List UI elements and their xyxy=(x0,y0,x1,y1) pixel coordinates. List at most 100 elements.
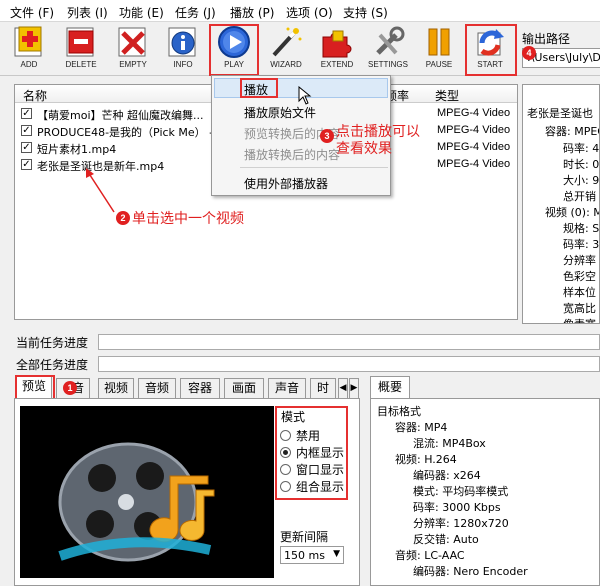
media-info-tree: 老张是圣诞也 容器: MPEG 码率: 4 时长: 0 大小: 9 总开销 视频… xyxy=(522,84,600,324)
menu-list[interactable]: 列表 (I) xyxy=(67,4,108,21)
info-icon xyxy=(165,25,201,59)
wand-icon xyxy=(268,25,304,59)
tree-item[interactable]: 视频 (0): M xyxy=(545,204,599,220)
tree-item[interactable]: 宽高比 xyxy=(563,300,596,316)
update-interval-select[interactable]: 150 ms ▼ xyxy=(280,546,344,564)
summary-tree: 目标格式 容器: MP4 混流: MP4Box 视频: H.264 编码器: x… xyxy=(370,398,600,586)
tree-item[interactable]: 码率: 3 xyxy=(563,236,599,252)
menu-item-external-player[interactable]: 使用外部播放器 xyxy=(244,175,328,192)
summary-line: 目标格式 xyxy=(377,405,421,418)
tab-time[interactable]: 时 xyxy=(310,378,336,398)
mode-radio-window[interactable] xyxy=(280,464,291,475)
empty-icon xyxy=(115,25,151,59)
tree-item[interactable]: 大小: 9 xyxy=(563,172,599,188)
mode-option-inner[interactable]: 内框显示 xyxy=(296,444,344,461)
tab-scroll-left-icon[interactable]: ◀ xyxy=(338,378,348,398)
row-type: MPEG-4 Video xyxy=(437,124,511,136)
row-checkbox[interactable]: ✓ xyxy=(21,142,32,153)
tree-item[interactable]: 分辨率 xyxy=(563,252,596,268)
wrench-icon xyxy=(370,25,406,59)
tab-video[interactable]: 视频 xyxy=(98,378,134,398)
row-checkbox[interactable]: ✓ xyxy=(21,159,32,170)
annotation-arrow-2 xyxy=(86,168,115,213)
summary-line: 混流: MP4Box xyxy=(413,437,486,450)
menu-item-play-original[interactable]: 播放原始文件 xyxy=(244,104,316,121)
mode-radio-combined[interactable] xyxy=(280,481,291,492)
menu-play[interactable]: 播放 (P) xyxy=(230,4,274,21)
tree-item[interactable]: 码率: 4 xyxy=(563,140,599,156)
tab-container[interactable]: 容器 xyxy=(180,378,220,398)
menu-function[interactable]: 功能 (E) xyxy=(119,4,164,21)
mode-option-window[interactable]: 窗口显示 xyxy=(296,461,344,478)
summary-line: 音频: LC-AAC xyxy=(395,549,465,562)
summary-line: 码率: 3000 Kbps xyxy=(413,501,501,514)
mode-radio-disabled[interactable] xyxy=(280,430,291,441)
tree-item[interactable]: 像素宽 xyxy=(563,316,596,323)
row-checkbox[interactable]: ✓ xyxy=(21,125,32,136)
extend-label: EXTEND xyxy=(320,60,354,69)
row-type: MPEG-4 Video xyxy=(437,141,511,153)
summary-line: 分辨率: 1280x720 xyxy=(413,517,509,530)
column-name[interactable]: 名称 xyxy=(23,87,47,104)
extend-button[interactable]: EXTEND xyxy=(312,24,362,74)
menu-support[interactable]: 支持 (S) xyxy=(343,4,388,21)
play-highlight-box xyxy=(209,24,259,76)
mouse-cursor-icon xyxy=(298,86,312,105)
wizard-button[interactable]: WIZARD xyxy=(261,24,311,74)
preview-tab-highlight-box xyxy=(15,375,55,400)
mode-title: 模式 xyxy=(281,410,306,424)
row-name: 【萌爱moi】芒种 超仙魔改编舞... xyxy=(37,109,204,122)
info-label: INFO xyxy=(173,60,193,69)
tree-root[interactable]: 老张是圣诞也 xyxy=(527,105,593,121)
menu-file[interactable]: 文件 (F) xyxy=(10,4,54,21)
update-interval-value: 150 ms xyxy=(284,549,325,562)
tree-item[interactable]: 时长: 0 xyxy=(563,156,599,172)
all-progress-bar xyxy=(98,356,600,372)
empty-button[interactable]: EMPTY xyxy=(108,24,158,74)
tree-item[interactable]: 规格: S xyxy=(563,220,599,236)
output-path-label: 输出路径 xyxy=(522,32,571,46)
row-type: MPEG-4 Video xyxy=(437,158,511,170)
tree-item[interactable]: 容器: MPEG xyxy=(545,123,599,139)
mode-option-combined[interactable]: 组合显示 xyxy=(296,478,344,495)
mode-group: 模式 禁用 内框显示 窗口显示 组合显示 xyxy=(276,406,348,498)
tab-picture[interactable]: 画面 xyxy=(224,378,264,398)
mode-option-disabled[interactable]: 禁用 xyxy=(296,427,320,444)
column-type[interactable]: 类型 xyxy=(435,87,459,104)
row-type: MPEG-4 Video xyxy=(437,107,511,119)
menu-item-play[interactable]: 播放 xyxy=(244,81,268,98)
current-progress-label: 当前任务进度 xyxy=(16,336,89,350)
tree-item[interactable]: 总开销 xyxy=(563,188,596,204)
tab-audio[interactable]: 音频 xyxy=(138,378,176,398)
menu-options[interactable]: 选项 (O) xyxy=(286,4,333,21)
add-icon xyxy=(11,25,47,59)
row-checkbox[interactable]: ✓ xyxy=(21,108,32,119)
summary-line: 反交错: Auto xyxy=(413,533,479,546)
add-label: ADD xyxy=(20,60,38,69)
settings-button[interactable]: SETTINGS xyxy=(363,24,413,74)
menu-separator xyxy=(240,167,388,168)
info-button[interactable]: INFO xyxy=(158,24,208,74)
video-preview[interactable] xyxy=(20,406,274,578)
update-interval-label: 更新间隔 xyxy=(280,530,329,544)
summary-line: 视频: H.264 xyxy=(395,453,457,466)
menu-task[interactable]: 任务 (J) xyxy=(175,4,216,21)
delete-label: DELETE xyxy=(65,60,97,69)
add-button[interactable]: ADD xyxy=(4,24,54,74)
delete-icon xyxy=(63,25,99,59)
pause-button[interactable]: PAUSE xyxy=(414,24,464,74)
annotation-text-3-line2: 查看效果 xyxy=(336,141,392,157)
tree-item[interactable]: 色彩空 xyxy=(563,268,596,284)
start-highlight-box xyxy=(465,24,517,76)
annotation-badge-1: 1 xyxy=(63,381,77,395)
mode-radio-inner[interactable] xyxy=(280,447,291,458)
delete-button[interactable]: DELETE xyxy=(56,24,106,74)
summary-line: 模式: 平均码率模式 xyxy=(413,485,509,498)
menu-item-play-converted[interactable]: 播放转换后的内容 xyxy=(244,146,340,163)
pause-icon xyxy=(421,25,457,59)
tab-summary[interactable]: 概要 xyxy=(370,376,410,398)
pause-label: PAUSE xyxy=(425,60,453,69)
tree-item[interactable]: 样本位 xyxy=(563,284,596,300)
tab-scroll-right-icon[interactable]: ▶ xyxy=(349,378,359,398)
tab-sound[interactable]: 声音 xyxy=(268,378,306,398)
